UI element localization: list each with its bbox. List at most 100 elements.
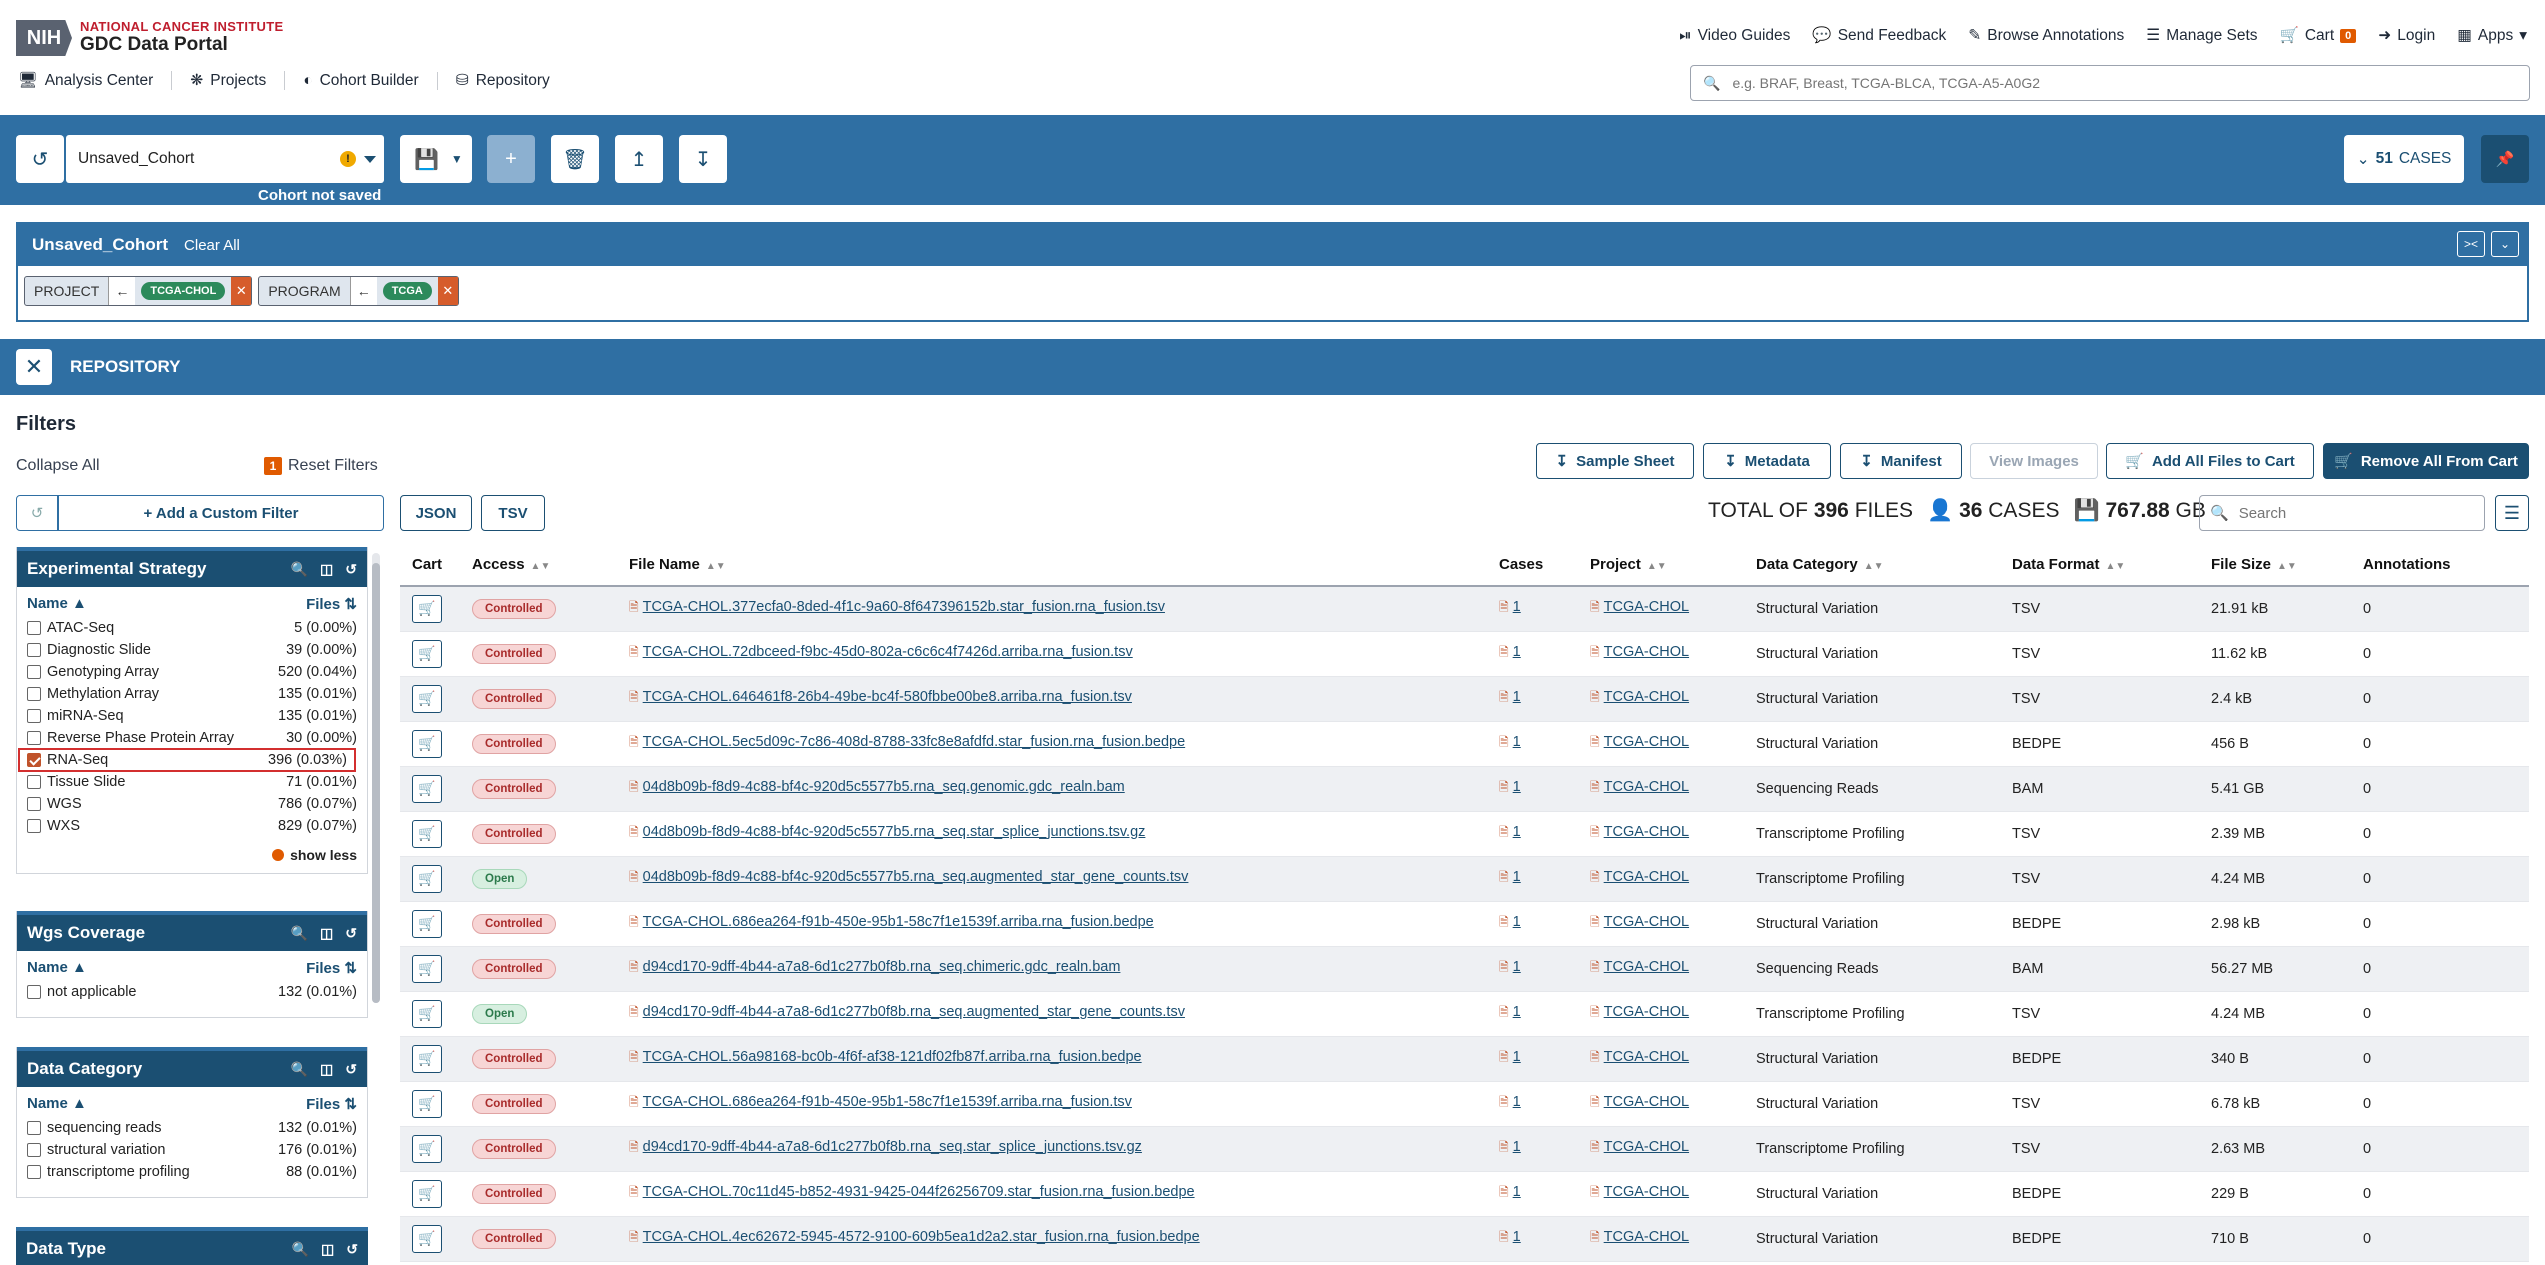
cases-link[interactable]: 1 (1513, 869, 1521, 885)
sort-files-button[interactable]: Files ⇅ (306, 1095, 357, 1113)
cases-link[interactable]: 1 (1513, 914, 1521, 930)
global-search[interactable]: 🔍 (1690, 65, 2530, 101)
video-guides-link[interactable]: ⏯ Video Guides (1679, 27, 1790, 45)
checkbox[interactable] (27, 819, 41, 833)
project-link[interactable]: TCGA-CHOL (1604, 734, 1689, 750)
sort-files-button[interactable]: Files ⇅ (306, 595, 357, 613)
checkbox[interactable] (27, 687, 41, 701)
clear-all-button[interactable]: Clear All (184, 237, 240, 254)
close-icon[interactable]: ✕ (16, 349, 52, 385)
remove-filter-button[interactable]: ✕ (437, 277, 458, 305)
checkbox[interactable] (27, 665, 41, 679)
column-menu-button[interactable]: ☰ (2495, 495, 2529, 531)
export-cohort-button[interactable]: ↧ (679, 135, 727, 183)
project-link[interactable]: TCGA-CHOL (1604, 779, 1689, 795)
project-link[interactable]: TCGA-CHOL (1604, 914, 1689, 930)
add-to-cart-button[interactable]: 🛒 (412, 594, 442, 623)
cases-link[interactable]: 1 (1513, 1094, 1521, 1110)
toggle-icon[interactable]: ◫ (320, 1061, 333, 1078)
add-to-cart-button[interactable]: 🛒 (412, 1224, 442, 1253)
login-link[interactable]: ➜ Login (2378, 26, 2435, 45)
facet-option[interactable]: sequencing reads 132 (0.01%) (17, 1117, 367, 1139)
project-link[interactable]: TCGA-CHOL (1604, 959, 1689, 975)
facet-option[interactable]: ATAC-Seq 5 (0.00%) (17, 617, 367, 639)
reset-icon[interactable]: ↺ (345, 561, 357, 578)
cases-link[interactable]: 1 (1513, 779, 1521, 795)
add-to-cart-button[interactable]: 🛒 (412, 954, 442, 983)
arrow-left-icon[interactable]: ← (349, 277, 377, 305)
project-link[interactable]: TCGA-CHOL (1604, 869, 1689, 885)
sample-sheet-button[interactable]: ↧ Sample Sheet (1536, 443, 1694, 479)
facet-option[interactable]: WXS 829 (0.07%) (17, 815, 367, 837)
cases-link[interactable]: 1 (1513, 644, 1521, 660)
checkbox[interactable] (27, 753, 41, 767)
search-icon[interactable]: 🔍 (292, 1241, 309, 1258)
nav-analysis-center[interactable]: 🖥 Analysis Center (18, 71, 173, 90)
filter-value-chip[interactable]: TCGA (382, 282, 432, 300)
facet-option[interactable]: Methylation Array 135 (0.01%) (17, 683, 367, 705)
checkbox[interactable] (27, 709, 41, 723)
sort-files-button[interactable]: Files ⇅ (306, 959, 357, 977)
facet-option[interactable]: not applicable 132 (0.01%) (17, 981, 367, 1003)
metadata-button[interactable]: ↧ Metadata (1703, 443, 1831, 479)
import-cohort-button[interactable]: ↥ (615, 135, 663, 183)
cases-link[interactable]: 1 (1513, 1049, 1521, 1065)
reset-icon[interactable]: ↺ (345, 1061, 357, 1078)
col-data-category[interactable]: Data Category ▲▼ (1744, 544, 2000, 587)
nav-projects[interactable]: ❋ Projects (172, 71, 286, 90)
save-cohort-button[interactable]: 💾 ▼ (400, 135, 472, 183)
add-to-cart-button[interactable]: 🛒 (412, 774, 442, 803)
checkbox[interactable] (27, 621, 41, 635)
arrow-left-icon[interactable]: ← (108, 277, 136, 305)
file-name-link[interactable]: TCGA-CHOL.686ea264-f91b-450e-95b1-58c7f1… (643, 1094, 1132, 1110)
project-link[interactable]: TCGA-CHOL (1604, 1229, 1689, 1245)
add-all-to-cart-button[interactable]: 🛒 Add All Files to Cart (2106, 443, 2314, 479)
discard-changes-button[interactable]: ↺ (16, 135, 64, 183)
cases-link[interactable]: 1 (1513, 1184, 1521, 1200)
file-name-link[interactable]: TCGA-CHOL.72dbceed-f9bc-45d0-802a-c6c6c4… (643, 644, 1133, 660)
file-name-link[interactable]: 04d8b09b-f8d9-4c88-bf4c-920d5c5577b5.rna… (643, 824, 1146, 840)
gdc-logo[interactable]: NIH NATIONAL CANCER INSTITUTE GDC Data P… (16, 20, 283, 56)
view-images-button[interactable]: View Images (1970, 443, 2098, 479)
sort-name-button[interactable]: Name ▲ (27, 595, 87, 613)
remove-all-from-cart-button[interactable]: 🛒 Remove All From Cart (2323, 443, 2529, 479)
show-less-button[interactable]: show less (17, 837, 367, 873)
collapse-icon[interactable]: >< (2457, 231, 2485, 257)
add-to-cart-button[interactable]: 🛒 (412, 999, 442, 1028)
chevron-down-icon[interactable]: ⌄ (2491, 231, 2519, 257)
project-link[interactable]: TCGA-CHOL (1604, 824, 1689, 840)
col-access[interactable]: Access ▲▼ (460, 544, 617, 587)
facet-option[interactable]: structural variation 176 (0.01%) (17, 1139, 367, 1161)
cases-count-button[interactable]: ⌄ 51 CASES (2344, 135, 2464, 183)
facet-option[interactable]: miRNA-Seq 135 (0.01%) (17, 705, 367, 727)
remove-filter-button[interactable]: ✕ (231, 277, 252, 305)
cases-link[interactable]: 1 (1513, 1139, 1521, 1155)
sort-name-button[interactable]: Name ▲ (27, 959, 87, 977)
checkbox[interactable] (27, 731, 41, 745)
search-icon[interactable]: 🔍 (291, 1061, 308, 1078)
checkbox[interactable] (27, 643, 41, 657)
col-project[interactable]: Project ▲▼ (1578, 544, 1744, 587)
project-link[interactable]: TCGA-CHOL (1604, 644, 1689, 660)
cases-link[interactable]: 1 (1513, 689, 1521, 705)
facet-option[interactable]: Diagnostic Slide 39 (0.00%) (17, 639, 367, 661)
project-link[interactable]: TCGA-CHOL (1604, 689, 1689, 705)
facet-option[interactable]: transcriptome profiling 88 (0.01%) (17, 1161, 367, 1183)
send-feedback-link[interactable]: 💬 Send Feedback (1812, 26, 1946, 45)
cases-link[interactable]: 1 (1513, 959, 1521, 975)
table-search[interactable]: 🔍 (2199, 495, 2485, 531)
file-name-link[interactable]: TCGA-CHOL.4ec62672-5945-4572-9100-609b5e… (643, 1229, 1200, 1245)
json-export-button[interactable]: JSON (400, 495, 472, 531)
add-to-cart-button[interactable]: 🛒 (412, 1089, 442, 1118)
checkbox[interactable] (27, 1165, 41, 1179)
file-name-link[interactable]: 04d8b09b-f8d9-4c88-bf4c-920d5c5577b5.rna… (643, 779, 1125, 795)
checkbox[interactable] (27, 775, 41, 789)
reset-icon[interactable]: ↺ (346, 1241, 358, 1258)
file-name-link[interactable]: d94cd170-9dff-4b44-a7a8-6d1c277b0f8b.rna… (643, 1139, 1142, 1155)
cases-link[interactable]: 1 (1513, 1004, 1521, 1020)
search-icon[interactable]: 🔍 (291, 925, 308, 942)
col-file-size[interactable]: File Size ▲▼ (2199, 544, 2351, 587)
add-to-cart-button[interactable]: 🛒 (412, 819, 442, 848)
cases-link[interactable]: 1 (1513, 734, 1521, 750)
cart-link[interactable]: 🛒 Cart 0 (2280, 26, 2357, 45)
